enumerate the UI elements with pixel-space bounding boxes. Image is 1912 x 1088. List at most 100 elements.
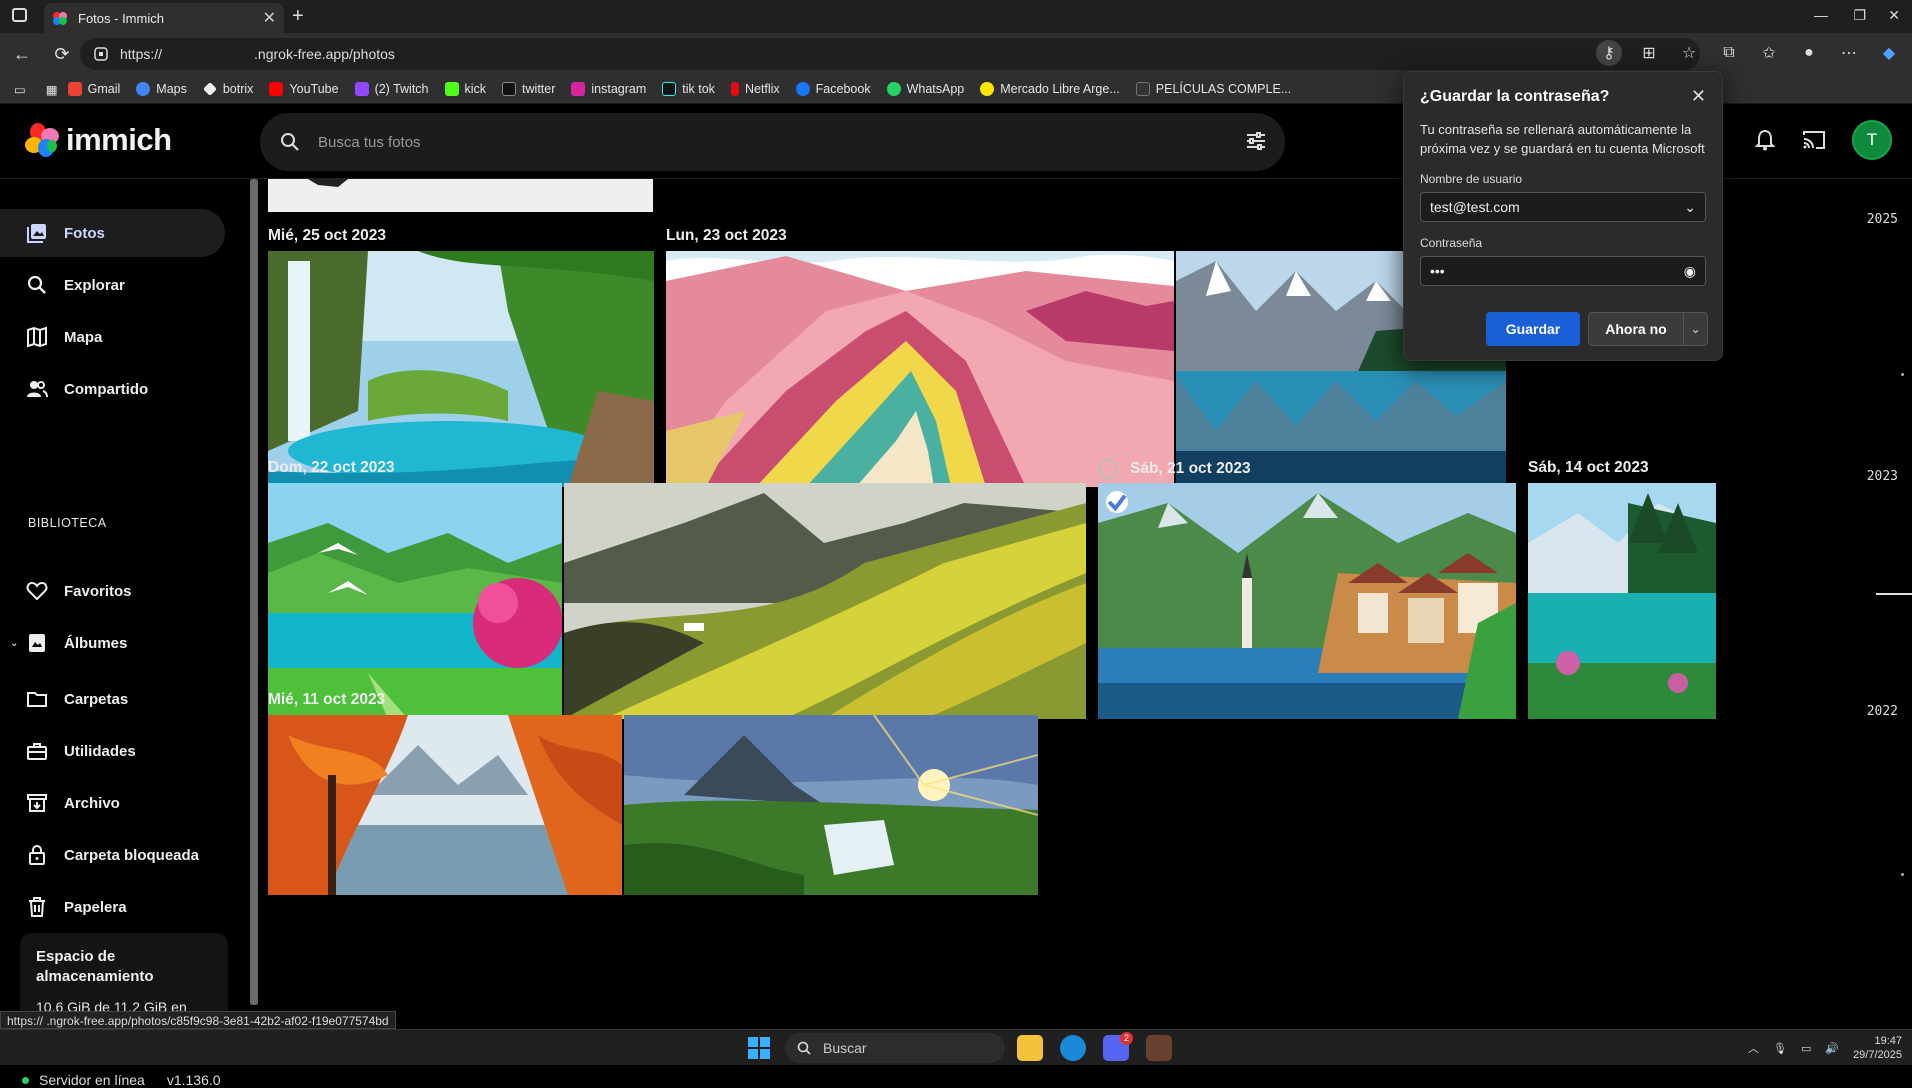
selected-check-icon[interactable] bbox=[1106, 491, 1128, 513]
edge-browser-icon[interactable] bbox=[1060, 1035, 1086, 1061]
username-field[interactable]: test@test.com ⌄ bbox=[1420, 192, 1706, 222]
sidebar-item-fotos[interactable]: Fotos bbox=[0, 209, 225, 257]
year-label[interactable]: 2025 bbox=[1867, 212, 1898, 227]
tab-actions-icon[interactable] bbox=[12, 8, 27, 22]
photo-thumbnail[interactable] bbox=[1098, 483, 1516, 719]
microphone-icon[interactable]: 🎙 bbox=[1773, 1042, 1787, 1055]
password-key-icon[interactable]: ⚷ bbox=[1596, 40, 1622, 66]
extensions-icon[interactable]: ⧉ bbox=[1716, 40, 1742, 66]
tray-chevron-icon[interactable]: ︿ bbox=[1748, 1040, 1759, 1056]
sidebar-item-papelera[interactable]: Papelera bbox=[0, 883, 225, 931]
fav-tiktok[interactable]: tik tok bbox=[662, 82, 715, 96]
save-password-button[interactable]: Guardar bbox=[1486, 312, 1580, 346]
sidebar-item-utilidades[interactable]: Utilidades bbox=[0, 727, 225, 775]
user-avatar[interactable]: T bbox=[1852, 120, 1892, 160]
netflix-icon bbox=[730, 82, 739, 96]
sidebar-item-archivo[interactable]: Archivo bbox=[0, 779, 225, 827]
favorites-reader-icon[interactable]: ▭ bbox=[14, 82, 26, 97]
photo-thumbnail[interactable] bbox=[1528, 483, 1716, 719]
address-bar[interactable]: https:// .ngrok-free.app /photos bbox=[80, 38, 1700, 70]
taskbar-search[interactable]: Buscar bbox=[785, 1033, 1005, 1063]
fav-peliculas[interactable]: PELÍCULAS COMPLE... bbox=[1135, 82, 1291, 96]
favorite-star-icon[interactable]: ☆ bbox=[1676, 40, 1702, 66]
sidebar-item-mapa[interactable]: Mapa bbox=[0, 313, 225, 361]
more-options-chevron-icon[interactable]: ⌄ bbox=[1684, 312, 1708, 346]
password-field[interactable]: ••• ◉ bbox=[1420, 256, 1706, 286]
minimize-icon[interactable]: — bbox=[1814, 7, 1828, 23]
search-bar[interactable]: Busca tus fotos bbox=[260, 113, 1285, 171]
windows-start-icon[interactable] bbox=[748, 1037, 770, 1059]
sidebar-scrollbar[interactable] bbox=[250, 179, 258, 1005]
back-icon[interactable]: ← bbox=[12, 44, 32, 64]
close-window-icon[interactable]: ✕ bbox=[1888, 7, 1900, 24]
fav-whatsapp[interactable]: WhatsApp bbox=[886, 82, 964, 96]
fav-youtube[interactable]: YouTube bbox=[269, 82, 339, 96]
fav-maps[interactable]: Maps bbox=[136, 82, 187, 96]
copilot-icon[interactable]: ◆ bbox=[1876, 40, 1902, 66]
network-icon[interactable]: ▭ bbox=[1801, 1042, 1811, 1055]
more-menu-icon[interactable]: ⋯ bbox=[1836, 40, 1862, 66]
browser-toolbar: ← ⟳ https:// .ngrok-free.app /photos ⚷ ⊞… bbox=[0, 33, 1912, 75]
close-tab-icon[interactable]: ✕ bbox=[263, 8, 276, 28]
fav-netflix[interactable]: Netflix bbox=[730, 82, 780, 96]
sidebar-item-carpeta-bloqueada[interactable]: Carpeta bloqueada bbox=[0, 831, 225, 879]
photo-thumbnail[interactable] bbox=[268, 179, 653, 212]
select-group-circle-icon[interactable] bbox=[1098, 459, 1118, 479]
map-icon bbox=[27, 326, 47, 348]
sidebar-item-albumes[interactable]: ⌄ Álbumes bbox=[0, 619, 225, 667]
notifications-bell-icon[interactable] bbox=[1754, 129, 1776, 151]
fav-twitter[interactable]: twitter bbox=[502, 82, 555, 96]
timeline-year-scrubber[interactable]: 2025 2023 2022 bbox=[1842, 179, 1912, 1029]
favorites-icon[interactable]: ✩ bbox=[1756, 40, 1782, 66]
photo-thumbnail[interactable] bbox=[666, 251, 1174, 487]
browser-tab[interactable]: Fotos - Immich ✕ bbox=[44, 3, 284, 33]
scrollbar-thumb[interactable] bbox=[250, 179, 258, 1005]
discord-icon[interactable]: 2 bbox=[1103, 1032, 1133, 1061]
photo-thumbnail[interactable] bbox=[268, 483, 562, 719]
photo-image bbox=[1528, 483, 1716, 719]
photo-thumbnail[interactable] bbox=[624, 715, 1038, 895]
volume-icon[interactable]: 🔊 bbox=[1825, 1042, 1839, 1055]
restore-icon[interactable]: ❐ bbox=[1853, 7, 1866, 24]
close-icon[interactable]: ✕ bbox=[1691, 86, 1706, 107]
chevron-down-icon[interactable]: ⌄ bbox=[1684, 199, 1696, 216]
fav-instagram[interactable]: instagram bbox=[571, 82, 646, 96]
heart-icon bbox=[26, 581, 48, 601]
refresh-icon[interactable]: ⟳ bbox=[52, 44, 72, 64]
site-info-icon[interactable] bbox=[94, 47, 108, 61]
date-group-title: Mié, 25 oct 2023 bbox=[268, 227, 387, 244]
fav-mercadolibre[interactable]: Mercado Libre Arge... bbox=[980, 82, 1120, 96]
scrubber-current-position[interactable] bbox=[1876, 593, 1912, 595]
sidebar-item-carpetas[interactable]: Carpetas bbox=[0, 675, 225, 723]
server-version[interactable]: v1.136.0 bbox=[167, 1072, 221, 1088]
year-label[interactable]: 2022 bbox=[1867, 704, 1898, 719]
search-filters-icon[interactable] bbox=[1245, 130, 1267, 152]
app-window-icon[interactable] bbox=[1146, 1035, 1172, 1061]
apps-grid-icon[interactable]: ▦ bbox=[46, 82, 58, 97]
fav-kick[interactable]: kick bbox=[444, 82, 486, 96]
photo-thumbnail[interactable] bbox=[268, 251, 654, 487]
photo-thumbnail[interactable] bbox=[268, 715, 622, 895]
apps-icon[interactable]: ⊞ bbox=[1636, 40, 1662, 66]
year-label[interactable]: 2023 bbox=[1867, 469, 1898, 484]
fav-facebook[interactable]: Facebook bbox=[795, 82, 871, 96]
sidebar-item-explorar[interactable]: Explorar bbox=[0, 261, 225, 309]
photo-thumbnail[interactable] bbox=[564, 483, 1086, 719]
date-group-select[interactable]: Sáb, 21 oct 2023 bbox=[1098, 459, 1251, 479]
sidebar-item-compartido[interactable]: Compartido bbox=[0, 365, 225, 413]
expand-chevron-icon[interactable]: ⌄ bbox=[10, 638, 18, 649]
sidebar-item-favoritos[interactable]: Favoritos bbox=[0, 567, 225, 615]
not-now-button[interactable]: Ahora no bbox=[1588, 312, 1684, 346]
storage-title: Espacio de almacenamiento bbox=[36, 948, 154, 985]
immich-logo[interactable]: immich bbox=[24, 122, 172, 158]
fav-gmail[interactable]: Gmail bbox=[67, 82, 120, 96]
cast-icon[interactable] bbox=[1802, 129, 1826, 151]
fav-twitch[interactable]: (2) Twitch bbox=[354, 82, 429, 96]
show-password-eye-icon[interactable]: ◉ bbox=[1684, 263, 1696, 280]
clock[interactable]: 19:47 29/7/2025 bbox=[1853, 1034, 1902, 1062]
profile-icon[interactable]: ● bbox=[1796, 40, 1822, 66]
file-explorer-icon[interactable] bbox=[1017, 1035, 1043, 1061]
fav-botrix[interactable]: botrix bbox=[202, 82, 253, 96]
url-path: /photos bbox=[348, 46, 395, 62]
new-tab-button[interactable]: + bbox=[292, 6, 304, 26]
